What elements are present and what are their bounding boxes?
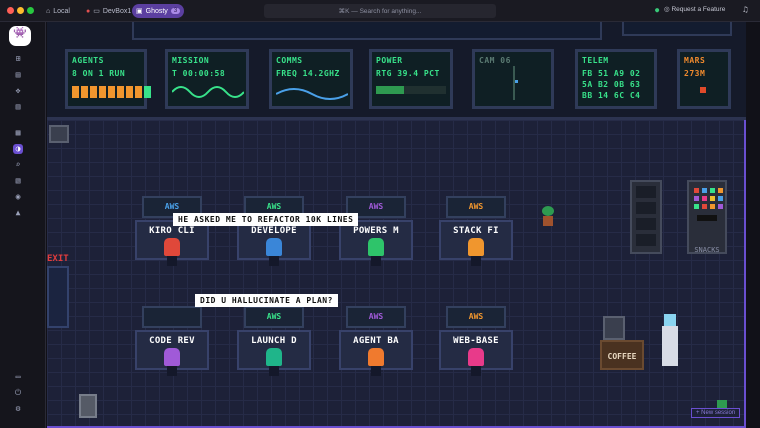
comms-wave-graph	[276, 88, 348, 100]
desk-launch-d[interactable]: AWS LAUNCH D	[237, 306, 311, 376]
coffee-counter: COFFEE	[600, 340, 644, 370]
ceiling-display-right	[622, 22, 732, 36]
tab-ghosty[interactable]: ▣ Ghosty 3	[132, 4, 185, 18]
panel-icon[interactable]: ▭	[13, 372, 23, 382]
printer	[49, 125, 69, 143]
ceiling-display	[132, 22, 602, 40]
agent-avatar	[368, 238, 384, 256]
new-tab-icon[interactable]: ⊞	[13, 54, 23, 64]
desk-kiro-cli[interactable]: AWS KIRO CLI	[135, 196, 209, 266]
snack-machine[interactable]: SNACKS	[687, 180, 727, 254]
tab-count-badge: 3	[170, 8, 181, 14]
desk-agent-ba[interactable]: AWS AGENT BA	[339, 306, 413, 376]
monitor-mars: MARS 273M	[677, 49, 731, 109]
agent-avatar	[468, 348, 484, 366]
minimize-window-button[interactable]	[17, 7, 24, 14]
exit-door[interactable]	[47, 266, 69, 328]
tab-local[interactable]: ⌂ Local	[42, 4, 74, 18]
window-icon: ▣	[136, 8, 143, 15]
maximize-window-button[interactable]	[27, 7, 34, 14]
office-scene: AGENTS 8 ON 1 RUN MISSION T 00:00:58 COM…	[47, 22, 746, 428]
desk-powers-m[interactable]: AWS POWERS M	[339, 196, 413, 266]
monitor-wall: AGENTS 8 ON 1 RUN MISSION T 00:00:58 COM…	[47, 22, 746, 120]
deploy-icon[interactable]: ✥	[13, 86, 23, 96]
new-session-button[interactable]: + New session	[691, 408, 741, 418]
server-rack	[630, 180, 662, 254]
title-bar: ⌂ Local ● ▭ DevBox1 ▣ Ghosty 3 ⌘K — Search fo…	[0, 0, 760, 22]
record-icon[interactable]: ◉	[13, 192, 23, 202]
power-meter	[376, 86, 446, 94]
search-icon[interactable]: ⌕	[13, 160, 23, 170]
desk-code-rev[interactable]: CODE REV	[135, 306, 209, 376]
search-input[interactable]: ⌘K — Search for anything...	[264, 4, 496, 18]
monitor-cam: CAM 06	[472, 49, 554, 109]
chat-icon: ◎	[664, 6, 670, 13]
desk-develope[interactable]: AWS DEVELOPE	[237, 196, 311, 266]
alert-icon[interactable]: ▲	[13, 208, 23, 218]
close-window-button[interactable]	[7, 7, 14, 14]
ghost-logo-icon[interactable]: 👾	[9, 26, 31, 46]
desk-web-base[interactable]: AWS WEB-BASE	[439, 306, 513, 376]
bell-icon[interactable]: ♫	[743, 5, 748, 14]
plant	[542, 206, 554, 228]
speech-bubble: DID U HALLUCINATE A PLAN?	[195, 294, 338, 307]
exit-sign: EXIT	[47, 254, 69, 264]
status-dot-icon: ●	[655, 6, 660, 14]
request-feature-button[interactable]: ◎ Request a Feature	[664, 5, 725, 13]
power-icon[interactable]: ⏻	[13, 388, 23, 398]
book-icon[interactable]: ▥	[13, 102, 23, 112]
desk-stack-fi[interactable]: AWS STACK FI	[439, 196, 513, 266]
home-icon: ⌂	[46, 7, 51, 15]
monitor-mission: MISSION T 00:00:58	[165, 49, 249, 109]
calendar-icon[interactable]: ▤	[13, 70, 23, 80]
monitor-agents: AGENTS 8 ON 1 RUN	[65, 49, 151, 109]
coffee-machine[interactable]	[603, 316, 625, 340]
water-cooler[interactable]	[662, 314, 678, 366]
sidebar: 👾 ⊞ ▤ ✥ ▥ ▦ ◑ ⌕ ▧ ◉ ▲ ▭ ⏻ ⚙	[0, 22, 46, 428]
monitor-power: POWER RTG 39.4 PCT	[369, 49, 453, 109]
speech-bubble: HE ASKED ME TO REFACTOR 10K LINES	[173, 213, 359, 226]
agent-avatar	[468, 238, 484, 256]
document-icon[interactable]: ▧	[13, 176, 23, 186]
server-icon: ▭	[93, 8, 100, 15]
trash-can	[79, 394, 97, 418]
monitor-telem: TELEM FB 51 A9 02 5A B2 0B 63 BB 14 6C C4	[575, 49, 657, 109]
mission-wave-graph	[172, 86, 244, 98]
tab-devbox1[interactable]: ● ▭ DevBox1	[82, 4, 135, 18]
monitor-comms: COMMS FREQ 14.2GHZ	[269, 49, 353, 109]
office-icon[interactable]: ◑	[13, 144, 23, 154]
agent-avatar	[266, 238, 282, 256]
agent-avatar	[266, 348, 282, 366]
dot-icon: ●	[86, 7, 91, 15]
agent-avatar	[368, 348, 384, 366]
settings-icon[interactable]: ⚙	[13, 404, 23, 414]
agent-status-bars	[72, 86, 151, 98]
agent-avatar	[164, 238, 180, 256]
agent-avatar	[164, 348, 180, 366]
grid-icon[interactable]: ▦	[13, 128, 23, 138]
